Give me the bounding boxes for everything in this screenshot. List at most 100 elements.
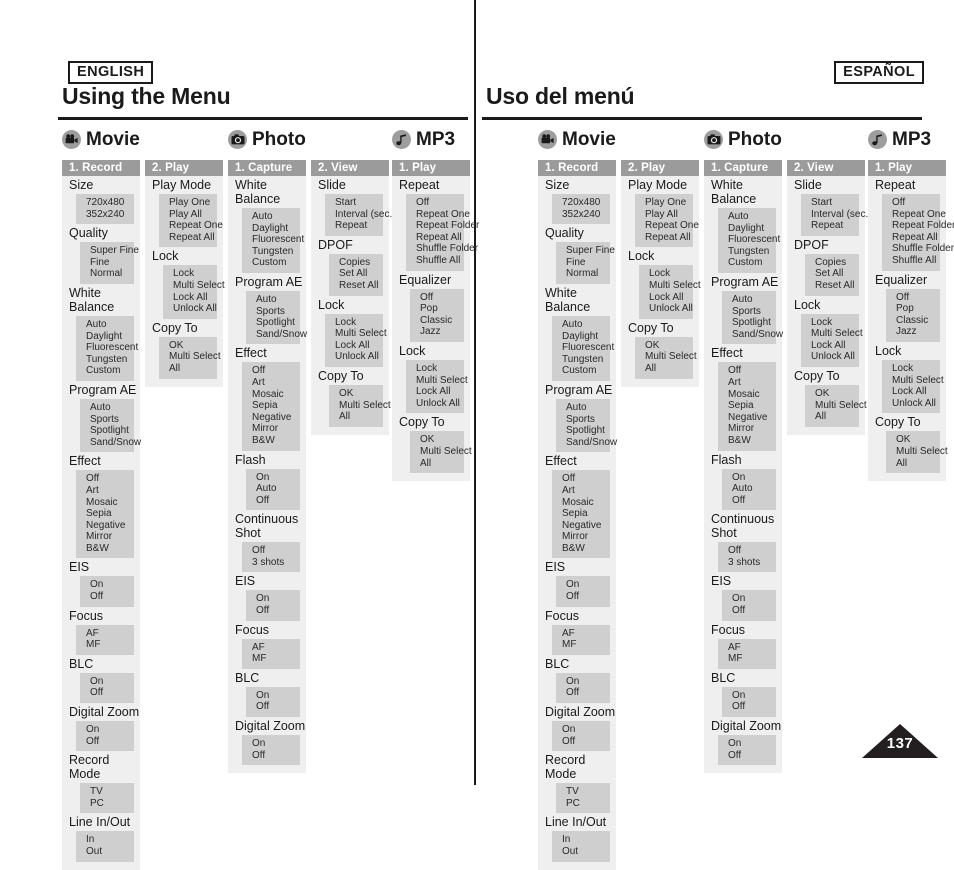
- menu-group-title[interactable]: Focus: [228, 621, 306, 639]
- menu-option[interactable]: Lock: [173, 268, 217, 280]
- menu-option[interactable]: Sports: [732, 306, 776, 318]
- column-header[interactable]: 1. Play: [392, 160, 470, 176]
- menu-option[interactable]: Normal: [90, 268, 134, 280]
- menu-group-title[interactable]: Play Mode: [145, 176, 223, 194]
- menu-option[interactable]: Lock: [892, 363, 940, 375]
- menu-group-title[interactable]: Record Mode: [538, 751, 616, 783]
- menu-option[interactable]: 352x240: [86, 209, 134, 221]
- menu-group-title[interactable]: Equalizer: [392, 271, 470, 289]
- menu-option[interactable]: Auto: [256, 483, 300, 495]
- menu-group-title[interactable]: Lock: [621, 247, 699, 265]
- menu-option[interactable]: 3 shots: [252, 557, 300, 569]
- menu-option[interactable]: Jazz: [896, 326, 940, 338]
- menu-group-title[interactable]: Equalizer: [868, 271, 946, 289]
- menu-option[interactable]: Daylight: [86, 331, 134, 343]
- menu-option[interactable]: Negative: [562, 520, 610, 532]
- menu-option[interactable]: Art: [252, 377, 300, 389]
- menu-group-title[interactable]: Effect: [704, 344, 782, 362]
- menu-option[interactable]: Off: [728, 750, 776, 762]
- menu-option[interactable]: Mosaic: [562, 497, 610, 509]
- menu-option[interactable]: Spotlight: [732, 317, 776, 329]
- menu-option[interactable]: B&W: [252, 435, 300, 447]
- menu-option[interactable]: Interval (sec.): [811, 209, 872, 221]
- menu-option[interactable]: Repeat All: [416, 232, 464, 244]
- menu-option[interactable]: Out: [86, 846, 134, 858]
- menu-option[interactable]: Set All: [815, 268, 859, 280]
- menu-option[interactable]: Off: [90, 687, 134, 699]
- menu-option[interactable]: Off: [256, 605, 300, 617]
- menu-group-title[interactable]: Digital Zoom: [228, 717, 306, 735]
- menu-option[interactable]: Off: [416, 197, 464, 209]
- menu-option[interactable]: Multi Select: [416, 375, 468, 387]
- menu-option[interactable]: Start: [335, 197, 383, 209]
- menu-group-title[interactable]: Digital Zoom: [704, 717, 782, 735]
- menu-option[interactable]: Multi Select: [645, 351, 697, 363]
- menu-group-title[interactable]: EIS: [228, 572, 306, 590]
- menu-group-title[interactable]: Lock: [145, 247, 223, 265]
- menu-group-title[interactable]: White Balance: [704, 176, 782, 208]
- menu-group-title[interactable]: Program AE: [62, 381, 140, 399]
- menu-option[interactable]: Auto: [86, 319, 134, 331]
- menu-option[interactable]: Repeat All: [892, 232, 940, 244]
- column-header[interactable]: 1. Capture: [704, 160, 782, 176]
- menu-option[interactable]: Custom: [252, 257, 300, 269]
- menu-option[interactable]: Art: [562, 485, 610, 497]
- menu-group-title[interactable]: BLC: [228, 669, 306, 687]
- menu-option[interactable]: On: [86, 724, 134, 736]
- menu-option[interactable]: Tungsten: [728, 246, 776, 258]
- menu-option[interactable]: Pop: [896, 303, 940, 315]
- menu-option[interactable]: AF: [86, 628, 134, 640]
- menu-group-title[interactable]: Effect: [62, 452, 140, 470]
- menu-option[interactable]: Auto: [252, 211, 300, 223]
- column-header[interactable]: 1. Record: [62, 160, 140, 176]
- menu-option[interactable]: Sand/Snow: [566, 437, 617, 449]
- menu-group-title[interactable]: Line In/Out: [62, 813, 140, 831]
- menu-option[interactable]: On: [256, 690, 300, 702]
- menu-option[interactable]: Art: [728, 377, 776, 389]
- menu-option[interactable]: In: [86, 834, 134, 846]
- menu-group-title[interactable]: Copy To: [868, 413, 946, 431]
- menu-option[interactable]: Multi Select: [169, 351, 221, 363]
- menu-group-title[interactable]: Lock: [311, 296, 389, 314]
- menu-option[interactable]: All: [815, 411, 859, 423]
- menu-group-title[interactable]: Size: [62, 176, 140, 194]
- menu-option[interactable]: Off: [728, 365, 776, 377]
- menu-group-title[interactable]: Effect: [538, 452, 616, 470]
- menu-option[interactable]: Unlock All: [416, 398, 464, 410]
- menu-option[interactable]: Copies: [339, 257, 383, 269]
- menu-option[interactable]: OK: [420, 434, 464, 446]
- menu-option[interactable]: Auto: [732, 294, 776, 306]
- menu-option[interactable]: Pop: [420, 303, 464, 315]
- menu-option[interactable]: Out: [562, 846, 610, 858]
- menu-option[interactable]: Mosaic: [252, 389, 300, 401]
- menu-option[interactable]: Copies: [815, 257, 859, 269]
- menu-option[interactable]: Repeat All: [169, 232, 217, 244]
- menu-option[interactable]: OK: [645, 340, 693, 352]
- menu-option[interactable]: Negative: [86, 520, 134, 532]
- menu-group-title[interactable]: BLC: [62, 655, 140, 673]
- menu-option[interactable]: Start: [811, 197, 859, 209]
- menu-option[interactable]: Classic: [896, 315, 940, 327]
- menu-option[interactable]: Unlock All: [173, 303, 217, 315]
- menu-option[interactable]: AF: [728, 642, 776, 654]
- menu-option[interactable]: Lock All: [811, 340, 859, 352]
- menu-option[interactable]: Tungsten: [86, 354, 134, 366]
- menu-option[interactable]: All: [645, 363, 693, 375]
- menu-option[interactable]: Repeat One: [169, 220, 223, 232]
- menu-group-title[interactable]: Quality: [62, 224, 140, 242]
- menu-group-title[interactable]: Program AE: [228, 273, 306, 291]
- menu-group-title[interactable]: Record Mode: [62, 751, 140, 783]
- menu-option[interactable]: On: [562, 724, 610, 736]
- menu-option[interactable]: Off: [252, 365, 300, 377]
- menu-option[interactable]: Fine: [566, 257, 610, 269]
- menu-option[interactable]: Sand/Snow: [90, 437, 141, 449]
- column-header[interactable]: 2. Play: [621, 160, 699, 176]
- menu-option[interactable]: Repeat One: [892, 209, 946, 221]
- menu-option[interactable]: Sepia: [562, 508, 610, 520]
- menu-option[interactable]: Play All: [645, 209, 693, 221]
- menu-option[interactable]: Fluorescent: [728, 234, 780, 246]
- column-header[interactable]: 2. View: [787, 160, 865, 176]
- menu-option[interactable]: Unlock All: [892, 398, 940, 410]
- menu-option[interactable]: Sand/Snow: [732, 329, 783, 341]
- menu-option[interactable]: Off: [896, 292, 940, 304]
